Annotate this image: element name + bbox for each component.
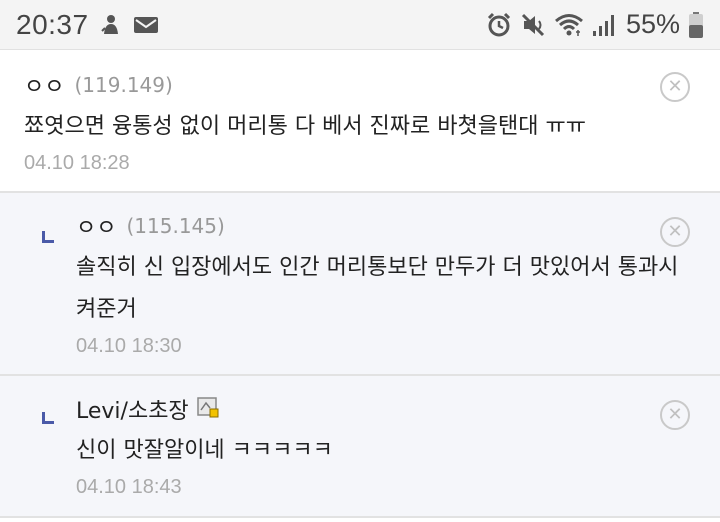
mail-notification-icon (133, 16, 158, 33)
reply-arrow-icon (42, 231, 54, 243)
status-bar: 20:37 55% (0, 0, 720, 50)
battery-percent: 55% (625, 9, 680, 39)
comment-text: 신이 맛잘알이네 ㅋㅋㅋㅋㅋ (76, 438, 333, 463)
status-time: 20:37 (16, 8, 89, 40)
wifi-icon (554, 13, 583, 36)
comment-text: 쬬엿으면 융통성 없이 머리통 다 베서 진짜로 바쳣을탠대 ㅠㅠ (24, 114, 586, 139)
close-circle-icon[interactable]: ✕ (660, 72, 690, 102)
comment-nickname[interactable]: ㅇㅇ (24, 69, 64, 101)
close-circle-icon[interactable]: ✕ (660, 217, 690, 247)
reply-comment-item: ㅇㅇ (115.145) 솔직히 신 입장에서도 인간 머리통보단 만두가 더 … (0, 193, 720, 376)
close-circle-icon[interactable]: ✕ (660, 400, 690, 430)
reply-arrow-icon (42, 412, 54, 424)
notification-app-icon (100, 14, 118, 34)
comment-text: 솔직히 신 입장에서도 인간 머리통보단 만두가 더 맛있어서 통과시켜준거 (76, 255, 679, 322)
comment-ip: (115.145) (126, 214, 225, 238)
comment-ip: (119.149) (74, 73, 173, 97)
signal-strength-icon (592, 14, 614, 36)
battery-icon (689, 11, 703, 38)
comment-date: 04.10 18:30 (76, 335, 182, 357)
comment-item: ㅇㅇ (119.149) 쬬엿으면 융통성 없이 머리통 다 베서 진짜로 바쳣… (0, 50, 720, 193)
fixed-nickname-icon (196, 396, 219, 422)
comment-nickname[interactable]: Levi/소초장 (76, 393, 189, 425)
comment-nickname[interactable]: ㅇㅇ (76, 210, 116, 242)
alarm-icon (487, 12, 511, 36)
reply-comment-item: Levi/소초장 신이 맛잘알이네 ㅋㅋㅋㅋㅋ 04.10 18:43 ✕ (0, 376, 720, 518)
mute-icon (521, 13, 545, 36)
comment-date: 04.10 18:43 (76, 476, 182, 498)
comment-date: 04.10 18:28 (24, 152, 130, 174)
